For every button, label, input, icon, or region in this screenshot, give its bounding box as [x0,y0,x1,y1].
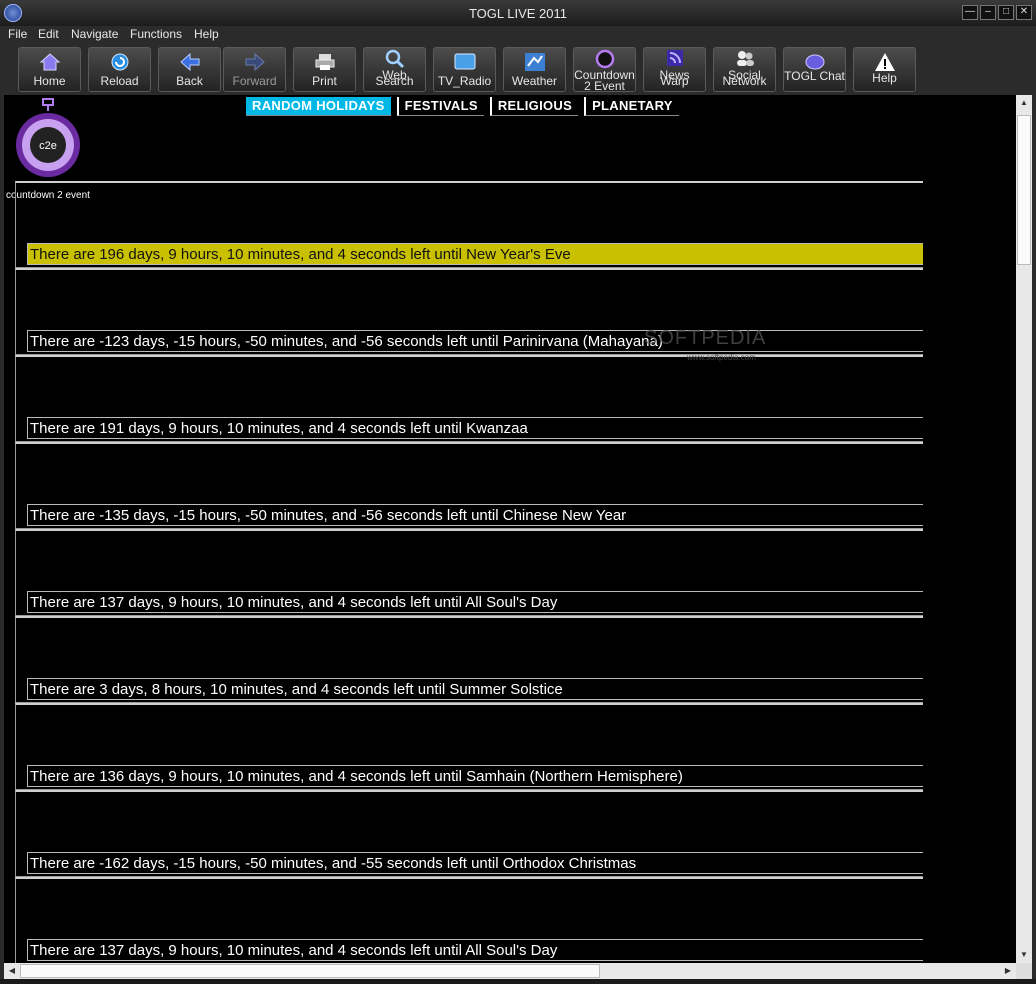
list-item: There are 191 days, 9 hours, 10 minutes,… [15,355,923,442]
weather-icon [524,53,545,71]
menu-navigate[interactable]: Navigate [71,27,118,41]
event-text[interactable]: There are 196 days, 9 hours, 10 minutes,… [27,243,923,265]
event-text[interactable]: There are 136 days, 9 hours, 10 minutes,… [27,765,923,787]
list-item: There are 136 days, 9 hours, 10 minutes,… [15,703,923,790]
tab-religious[interactable]: RELIGIOUS [489,97,579,116]
forward-arrow-icon [245,52,265,72]
vertical-scrollbar[interactable]: ▲ ▼ [1016,95,1032,963]
warning-icon [874,53,895,71]
list-item: There are -162 days, -15 hours, -50 minu… [15,790,923,877]
tab-planetary[interactable]: PLANETARY [584,97,679,116]
countdown-icon [595,49,614,69]
tv-radio-button[interactable]: TV_Radio [433,47,496,92]
menu-help[interactable]: Help [194,27,219,41]
minimize-icon[interactable]: – [980,5,996,20]
event-text[interactable]: There are 3 days, 8 hours, 10 minutes, a… [27,678,923,700]
category-tabs: RANDOM HOLIDAYS FESTIVALS RELIGIOUS PLAN… [246,97,679,116]
scrollbar-corner [1016,963,1032,979]
toolbar: Home Reload Back Forward Print Web Searc… [0,44,1036,94]
tab-random-holidays[interactable]: RANDOM HOLIDAYS [246,97,391,116]
home-button[interactable]: Home [18,47,81,92]
scroll-down-icon[interactable]: ▼ [1016,947,1032,963]
logo-text: c2e [39,140,57,152]
main-content: RANDOM HOLIDAYS FESTIVALS RELIGIOUS PLAN… [4,95,1016,963]
event-text[interactable]: There are 137 days, 9 hours, 10 minutes,… [27,591,923,613]
togl-chat-button[interactable]: TOGL Chat [783,47,846,92]
countdown-button[interactable]: Countdown 2 Event [573,47,636,92]
restore-down-icon[interactable]: ― [962,5,978,20]
menu-bar: File Edit Navigate Functions Help [0,26,1036,44]
list-item: There are 137 days, 9 hours, 10 minutes,… [15,877,923,963]
horizontal-scroll-thumb[interactable] [20,964,600,978]
window-title: TOGL LIVE 2011 [468,6,568,21]
event-text[interactable]: There are -162 days, -15 hours, -50 minu… [27,852,923,874]
list-item: There are -135 days, -15 hours, -50 minu… [15,442,923,529]
scroll-right-icon[interactable]: ▶ [1000,963,1016,979]
maximize-icon[interactable]: □ [998,5,1014,20]
social-network-button[interactable]: Social Network [713,47,776,92]
close-icon[interactable]: ✕ [1016,5,1032,20]
news-warp-button[interactable]: News Warp [643,47,706,92]
back-button[interactable]: Back [158,47,221,92]
tab-festivals[interactable]: FESTIVALS [396,97,484,116]
print-button[interactable]: Print [293,47,356,92]
vertical-scroll-thumb[interactable] [1017,115,1031,265]
printer-icon [315,54,334,70]
event-text[interactable]: There are 191 days, 9 hours, 10 minutes,… [27,417,923,439]
menu-file[interactable]: File [8,27,27,41]
rss-icon [666,50,683,66]
reload-icon [111,53,128,71]
title-bar: TOGL LIVE 2011 ― – □ ✕ [0,0,1036,26]
menu-functions[interactable]: Functions [130,27,182,41]
scroll-left-icon[interactable]: ◀ [4,963,20,979]
window-controls: ― – □ ✕ [962,5,1032,20]
home-icon [39,53,60,71]
watermark-url: www.softpedia.com [687,353,756,362]
scroll-up-icon[interactable]: ▲ [1016,95,1032,111]
help-button[interactable]: Help [853,47,916,92]
back-arrow-icon [179,52,199,72]
event-text[interactable]: There are 137 days, 9 hours, 10 minutes,… [27,939,923,961]
event-text[interactable]: There are -123 days, -15 hours, -50 minu… [27,330,923,352]
list-item: There are 196 days, 9 hours, 10 minutes,… [15,181,923,268]
event-list: There are 196 days, 9 hours, 10 minutes,… [15,181,923,963]
countdown-logo-icon: c2e [16,98,80,177]
event-text[interactable]: There are -135 days, -15 hours, -50 minu… [27,504,923,526]
forward-button[interactable]: Forward [223,47,286,92]
list-item: There are -123 days, -15 hours, -50 minu… [15,268,923,355]
reload-button[interactable]: Reload [88,47,151,92]
web-search-button[interactable]: Web Search [363,47,426,92]
people-icon [736,51,754,66]
tv-icon [454,53,475,70]
watermark: SOFTPEDIA [644,327,767,349]
bottom-strip [0,979,1036,984]
list-item: There are 3 days, 8 hours, 10 minutes, a… [15,616,923,703]
weather-button[interactable]: Weather [503,47,566,92]
menu-edit[interactable]: Edit [38,27,59,41]
list-item: There are 137 days, 9 hours, 10 minutes,… [15,529,923,616]
search-icon [385,49,404,69]
horizontal-scrollbar[interactable]: ◀ ▶ [4,963,1016,979]
